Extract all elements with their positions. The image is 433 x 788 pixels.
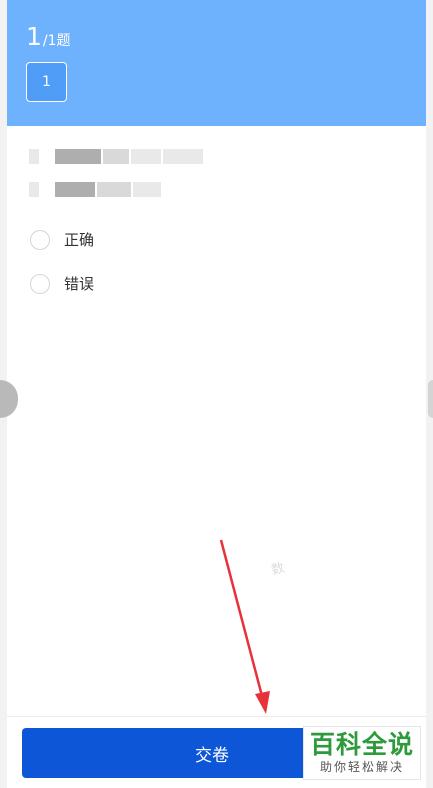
watermark-title: 百科全说 (309, 730, 414, 759)
question-progress: 1 /1题 (26, 22, 71, 51)
watermark-subtitle: 助你轻松解决 (319, 760, 404, 774)
quiz-card: 1 /1题 1 正确 错误 数 (7, 0, 426, 788)
radio-circle-icon[interactable] (30, 273, 50, 294)
footer-divider (7, 716, 426, 717)
question-text-redacted-line2 (29, 180, 161, 198)
option-false[interactable]: 错误 (30, 273, 94, 294)
total-questions: /1题 (42, 33, 71, 49)
quiz-header: 1 /1题 1 (7, 0, 426, 126)
current-question-number: 1 (26, 22, 42, 51)
question-nav-button[interactable]: 1 (26, 62, 67, 102)
option-label: 正确 (64, 231, 95, 249)
faint-watermark-text: 数 (269, 560, 287, 579)
question-text-redacted (29, 147, 203, 165)
baike-watermark-logo: 百科全说 助你轻松解决 (303, 726, 421, 780)
next-page-handle[interactable] (428, 380, 433, 418)
option-true[interactable]: 正确 (30, 229, 94, 250)
option-label: 错误 (64, 275, 95, 293)
radio-circle-icon[interactable] (30, 229, 50, 250)
